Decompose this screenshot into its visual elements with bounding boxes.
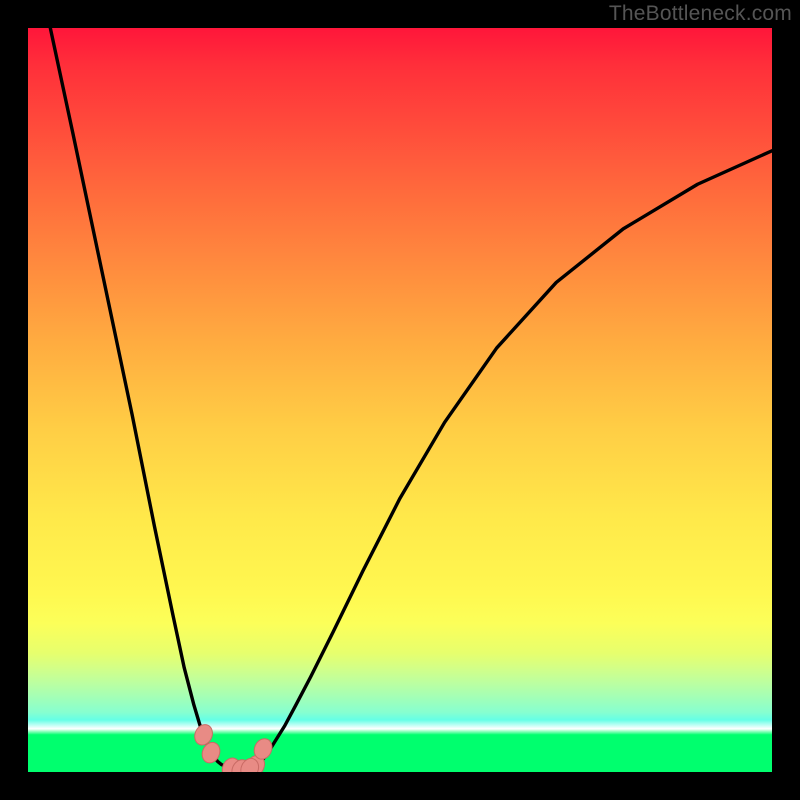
chart-frame: TheBottleneck.com <box>0 0 800 800</box>
marker-group <box>192 722 276 772</box>
series-group <box>50 28 772 767</box>
series-left-curve <box>50 28 230 766</box>
watermark-text: TheBottleneck.com <box>609 2 792 26</box>
series-right-curve <box>251 151 772 767</box>
chart-svg <box>28 28 772 772</box>
plot-area <box>28 28 772 772</box>
